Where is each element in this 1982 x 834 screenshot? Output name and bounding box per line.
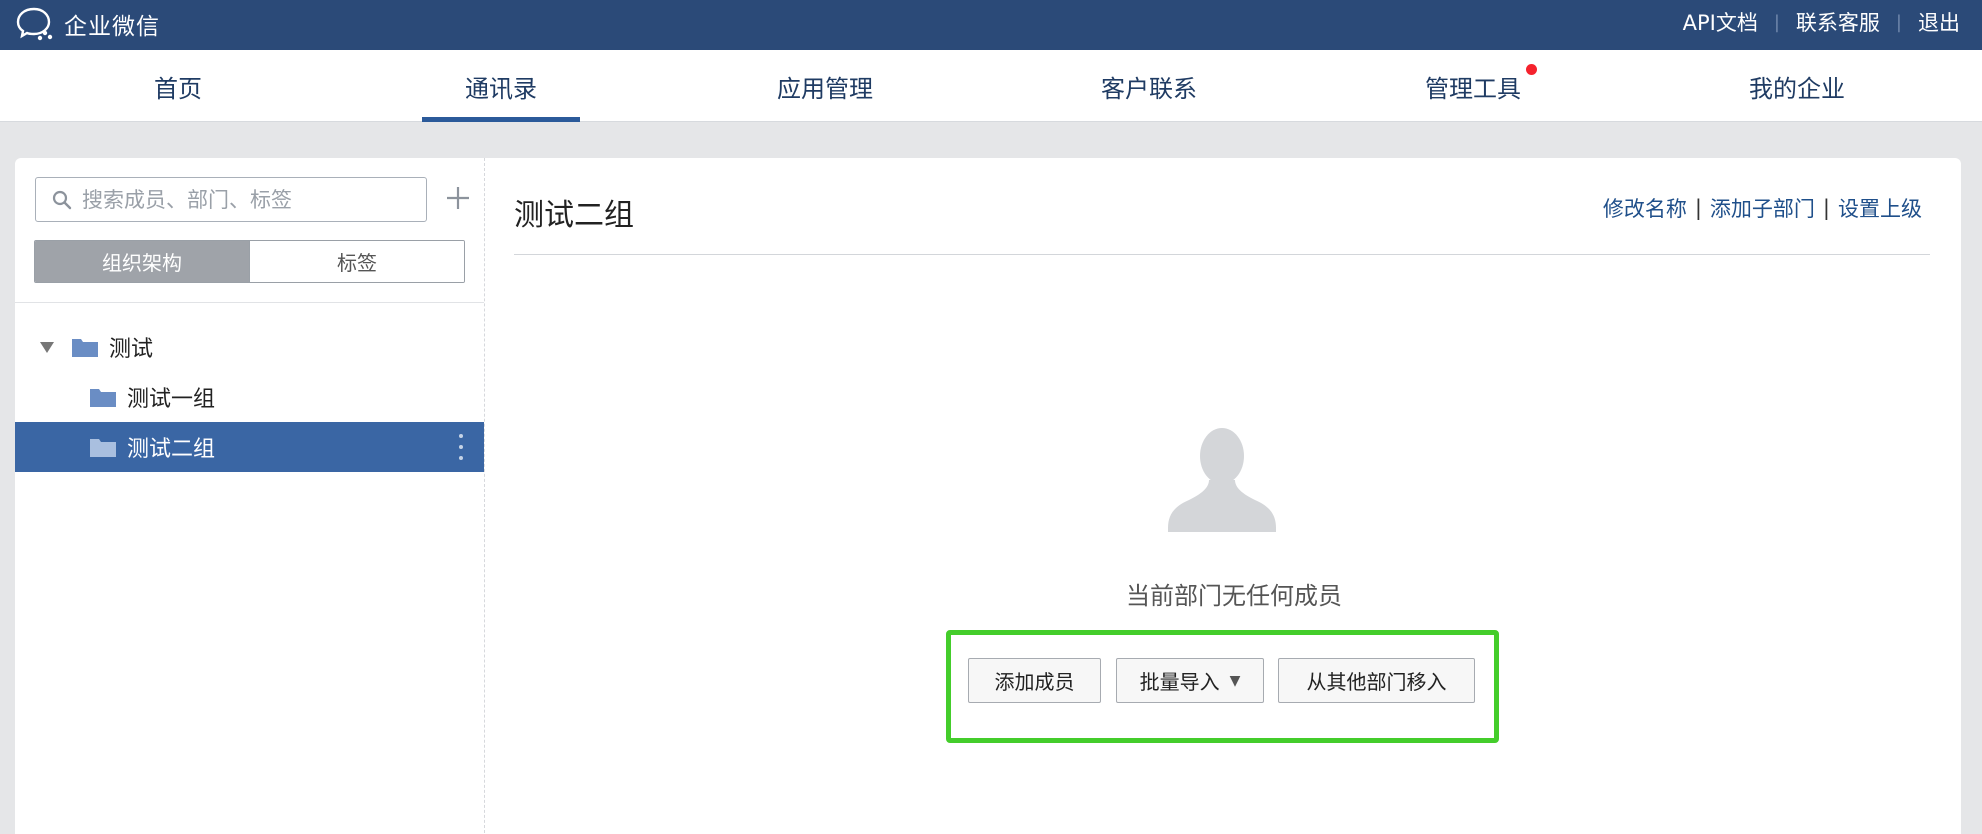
sidebar-tab-switch: 组织架构 标签	[34, 240, 465, 283]
search-input[interactable]	[82, 187, 412, 212]
batch-import-label: 批量导入	[1139, 670, 1220, 694]
tab-org-structure[interactable]: 组织架构	[35, 241, 249, 282]
add-subdepartment-link[interactable]: 添加子部门	[1710, 193, 1815, 223]
logout-link[interactable]: 退出	[1918, 7, 1960, 37]
folder-icon	[90, 389, 116, 407]
main-nav: 首页 通讯录 应用管理 客户联系 管理工具 我的企业	[0, 50, 1982, 122]
link-separator: |	[1694, 196, 1702, 220]
brand[interactable]: 企业微信	[16, 4, 160, 44]
tab-tags[interactable]: 标签	[249, 241, 464, 282]
rename-link[interactable]: 修改名称	[1603, 193, 1687, 223]
tree-item-test-group-1[interactable]: 测试一组	[15, 372, 484, 422]
link-separator: |	[1773, 11, 1780, 33]
nav-customer-contact[interactable]: 客户联系	[1084, 50, 1214, 122]
dropdown-arrow-icon: ▼	[1229, 672, 1241, 689]
link-separator: |	[1895, 11, 1902, 33]
empty-state-text: 当前部门无任何成员	[0, 576, 1982, 611]
main-divider	[514, 254, 1930, 255]
batch-import-button[interactable]: 批量导入 ▼	[1116, 658, 1264, 703]
brand-name: 企业微信	[64, 14, 160, 40]
tree-item-test-group-2[interactable]: 测试二组	[15, 422, 484, 472]
tree-item-label: 测试一组	[127, 387, 216, 412]
top-links: API文档 | 联系客服 | 退出	[1683, 0, 1960, 44]
tree-item-label: 测试二组	[127, 437, 216, 462]
nav-contacts[interactable]: 通讯录	[422, 50, 580, 122]
add-member-button[interactable]: 添加成员	[968, 658, 1101, 703]
department-actions: 修改名称 | 添加子部门 | 设置上级	[1603, 193, 1922, 223]
sidebar-divider	[15, 302, 484, 303]
support-link[interactable]: 联系客服	[1796, 7, 1880, 37]
empty-state-label: 当前部门无任何成员	[1126, 582, 1342, 610]
nav-app-management[interactable]: 应用管理	[760, 50, 890, 122]
empty-member-icon	[1168, 428, 1276, 532]
top-bar: 企业微信 API文档 | 联系客服 | 退出	[0, 0, 1982, 50]
nav-my-enterprise[interactable]: 我的企业	[1732, 50, 1862, 122]
notification-badge	[1526, 64, 1537, 75]
move-from-other-department-button[interactable]: 从其他部门移入	[1278, 658, 1475, 703]
folder-icon	[72, 339, 98, 357]
folder-icon	[90, 439, 116, 457]
search-box	[35, 177, 427, 222]
link-separator: |	[1822, 196, 1830, 220]
wecom-logo-icon	[16, 7, 53, 41]
more-options-icon[interactable]	[458, 434, 464, 460]
search-icon	[52, 190, 72, 209]
set-parent-link[interactable]: 设置上级	[1838, 193, 1922, 223]
tree-item-test[interactable]: 测试	[15, 322, 484, 372]
department-title: 测试二组	[514, 198, 634, 233]
add-icon[interactable]	[440, 180, 476, 216]
tree-item-label: 测试	[109, 337, 154, 362]
sidebar: 组织架构 标签 测试 测试一组 测试二组	[15, 158, 485, 834]
api-docs-link[interactable]: API文档	[1683, 7, 1758, 37]
nav-home[interactable]: 首页	[118, 50, 238, 122]
caret-down-icon[interactable]	[39, 340, 55, 354]
nav-management-tools[interactable]: 管理工具	[1408, 50, 1538, 122]
